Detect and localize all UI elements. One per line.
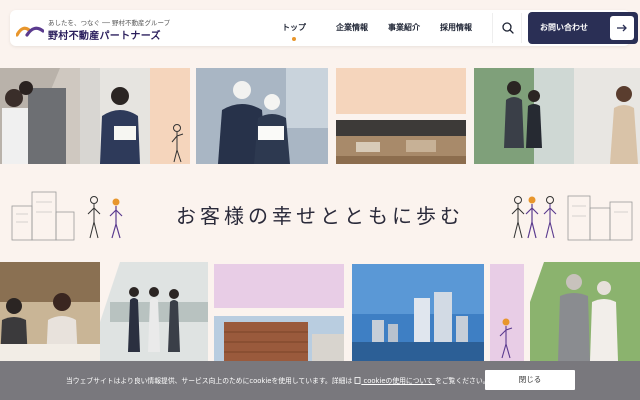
document-icon bbox=[354, 377, 361, 384]
nav-item-business[interactable]: 事業紹介 bbox=[388, 10, 420, 46]
cookie-close-button[interactable]: 閉じる bbox=[485, 370, 575, 390]
photo-senior-couple bbox=[530, 262, 640, 361]
cookie-link-label: cookieの使用について bbox=[363, 377, 433, 385]
photo-library-consultation bbox=[0, 262, 106, 361]
logo-mark-icon bbox=[16, 26, 44, 37]
photo-business-people-walking bbox=[474, 68, 640, 164]
active-indicator bbox=[292, 37, 296, 41]
illustration-peach-panel bbox=[150, 68, 190, 164]
illustration-pink-panel bbox=[490, 264, 524, 361]
photo-staff-with-document bbox=[80, 68, 150, 164]
photo-staff-smiling bbox=[0, 68, 80, 164]
peach-panel bbox=[336, 68, 466, 114]
photo-building-exterior bbox=[214, 316, 344, 361]
contact-label: お問い合わせ bbox=[540, 23, 588, 32]
cookie-link[interactable]: cookieの使用について bbox=[354, 377, 435, 385]
cookie-banner: 当ウェブサイトはより良い情報提供、サービス向上のためにcookieを使用していま… bbox=[0, 361, 640, 400]
photo-city-waterfront bbox=[352, 264, 484, 361]
nav-item-label: 採用情報 bbox=[440, 23, 472, 32]
search-button[interactable] bbox=[492, 13, 522, 43]
city-illustration-right bbox=[511, 195, 633, 241]
brand-name: 野村不動産パートナーズ bbox=[48, 31, 161, 42]
nav-item-top[interactable]: トップ bbox=[282, 10, 306, 46]
pink-panel bbox=[214, 264, 344, 308]
nav-item-label: 企業情報 bbox=[336, 23, 368, 32]
nav-item-company[interactable]: 企業情報 bbox=[336, 10, 368, 46]
nav-item-label: 事業紹介 bbox=[388, 23, 420, 32]
photo-office-lounge bbox=[336, 120, 466, 164]
brand-tagline: あしたを、つなぐ ── 野村不動産グループ bbox=[48, 19, 171, 27]
nav-item-recruit[interactable]: 採用情報 bbox=[440, 10, 472, 46]
cookie-text-before: 当ウェブサイトはより良い情報提供、サービス向上のためにcookieを使用していま… bbox=[66, 377, 353, 385]
site-header: あしたを、つなぐ ── 野村不動産グループ 野村不動産パートナーズ トップ 企業… bbox=[10, 10, 638, 46]
search-icon bbox=[502, 22, 514, 34]
nav-item-label: トップ bbox=[282, 23, 306, 32]
arrow-right-icon bbox=[610, 16, 634, 40]
contact-button[interactable]: お問い合わせ bbox=[528, 12, 638, 44]
photo-office-meeting bbox=[100, 262, 208, 361]
cookie-text-after: をご覧ください。 bbox=[435, 377, 490, 385]
photo-workers-hardhats bbox=[196, 68, 328, 164]
cookie-message: 当ウェブサイトはより良い情報提供、サービス向上のためにcookieを使用していま… bbox=[66, 375, 489, 385]
brand-logo[interactable]: あしたを、つなぐ ── 野村不動産グループ 野村不動産パートナーズ bbox=[16, 14, 170, 42]
